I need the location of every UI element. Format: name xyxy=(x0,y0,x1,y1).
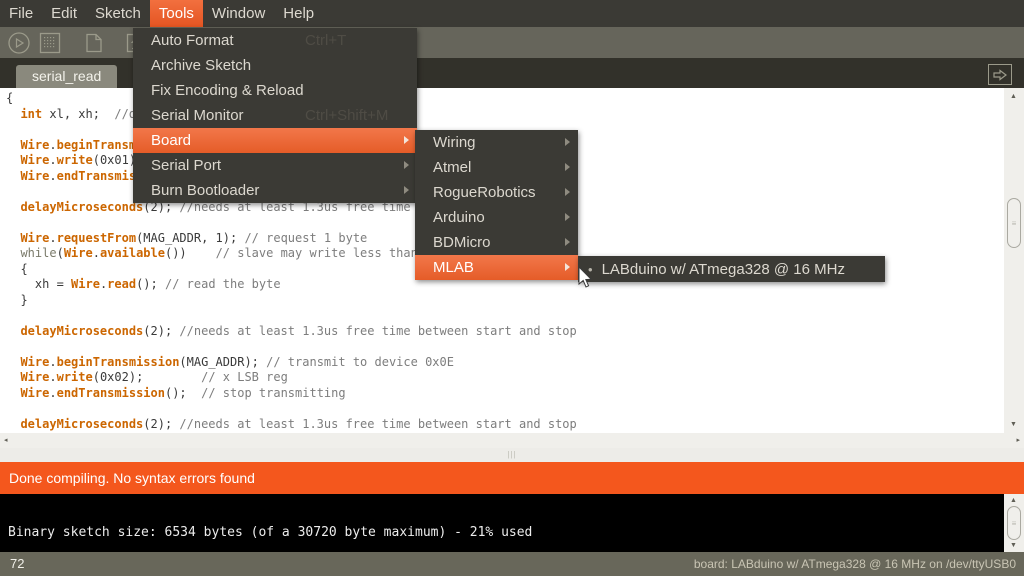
console-output: Binary sketch size: 6534 bytes (of a 307… xyxy=(0,494,1004,552)
tab-serial-read[interactable]: serial_read xyxy=(16,65,117,88)
menubar-item-window[interactable]: Window xyxy=(203,0,274,27)
scroll-down-icon[interactable]: ▼ xyxy=(1010,421,1017,428)
menubar-item-help[interactable]: Help xyxy=(274,0,323,27)
menubar-item-sketch[interactable]: Sketch xyxy=(86,0,150,27)
board-menu-item-label: Wiring xyxy=(433,134,476,151)
board-menu-item-bdmicro[interactable]: BDMicro xyxy=(415,230,578,255)
verify-button[interactable] xyxy=(7,31,31,55)
line-number-indicator: 72 xyxy=(10,552,24,576)
submenu-arrow-icon xyxy=(404,136,409,144)
editor-vertical-scrollbar[interactable]: ▲ ≡ ▼ xyxy=(1004,88,1024,433)
mlab-menu-item-labduino-w-atmega328-16-mhz[interactable]: •LABduino w/ ATmega328 @ 16 MHz xyxy=(578,256,885,282)
tools-menu-item-label: Burn Bootloader xyxy=(151,182,259,199)
serial-monitor-arrow-icon xyxy=(992,68,1008,82)
new-sketch-button[interactable] xyxy=(82,31,106,55)
tools-menu-item-label: Auto Format xyxy=(151,32,234,49)
menubar-item-tools[interactable]: Tools xyxy=(150,0,203,27)
submenu-arrow-icon xyxy=(404,161,409,169)
board-menu-item-label: Arduino xyxy=(433,209,485,226)
board-menu-item-label: BDMicro xyxy=(433,234,491,251)
code-line: Wire.endTransmission(); // stop transmit… xyxy=(6,386,577,402)
menubar-item-file[interactable]: File xyxy=(0,0,42,27)
board-menu-item-arduino[interactable]: Arduino xyxy=(415,205,578,230)
console-scroll-thumb[interactable]: ≡ xyxy=(1007,506,1021,540)
submenu-arrow-icon xyxy=(565,238,570,246)
compile-status-bar: Done compiling. No syntax errors found xyxy=(0,462,1024,494)
tools-menu-item-archive-sketch[interactable]: Archive Sketch xyxy=(133,53,417,78)
submenu-arrow-icon xyxy=(404,186,409,194)
board-menu-item-mlab[interactable]: MLAB xyxy=(415,255,578,280)
board-port-indicator: board: LABduino w/ ATmega328 @ 16 MHz on… xyxy=(694,552,1016,576)
tools-menu-item-burn-bootloader[interactable]: Burn Bootloader xyxy=(133,178,417,203)
console-text: Binary sketch size: 6534 bytes (of a 307… xyxy=(8,525,532,540)
code-line: Wire.beginTransmission(MAG_ADDR); // tra… xyxy=(6,355,577,371)
mouse-cursor xyxy=(577,266,593,290)
footer-status-bar: 72 board: LABduino w/ ATmega328 @ 16 MHz… xyxy=(0,552,1024,576)
scroll-right-icon[interactable]: ▸ xyxy=(1016,437,1020,444)
submenu-arrow-icon xyxy=(565,188,570,196)
console-scroll-down-icon[interactable]: ▼ xyxy=(1010,542,1017,549)
scroll-left-icon[interactable]: ◂ xyxy=(4,437,8,444)
shortcut-label: Ctrl+Shift+M xyxy=(305,107,388,124)
tools-menu-item-board[interactable]: Board xyxy=(133,128,417,153)
board-menu-item-label: RogueRobotics xyxy=(433,184,536,201)
new-file-icon xyxy=(83,32,105,54)
tools-menu-item-label: Serial Monitor xyxy=(151,107,244,124)
board-menu-item-atmel[interactable]: Atmel xyxy=(415,155,578,180)
menu-bar: FileEditSketchToolsWindowHelp xyxy=(0,0,1024,27)
tools-menu-item-auto-format[interactable]: Auto Format Ctrl+T xyxy=(133,28,417,53)
submenu-arrow-icon xyxy=(565,138,570,146)
tools-menu-item-label: Serial Port xyxy=(151,157,221,174)
scroll-up-icon[interactable]: ▲ xyxy=(1010,93,1017,100)
verify-play-icon xyxy=(7,31,31,55)
tools-menu-item-label: Fix Encoding & Reload xyxy=(151,82,304,99)
tools-menu-item-label: Archive Sketch xyxy=(151,57,251,74)
editor-horizontal-scrollbar[interactable]: ◂ ▸ xyxy=(0,433,1024,448)
menubar-item-edit[interactable]: Edit xyxy=(42,0,86,27)
submenu-arrow-icon xyxy=(565,213,570,221)
board-menu-item-wiring[interactable]: Wiring xyxy=(415,130,578,155)
tools-menu-item-fix-encoding-reload[interactable]: Fix Encoding & Reload xyxy=(133,78,417,103)
submenu-arrow-icon xyxy=(565,263,570,271)
tools-menu-item-serial-monitor[interactable]: Serial Monitor Ctrl+Shift+M xyxy=(133,103,417,128)
code-line: delayMicroseconds(2); //needs at least 1… xyxy=(6,324,577,340)
board-menu-item-roguerobotics[interactable]: RogueRobotics xyxy=(415,180,578,205)
console-scroll-up-icon[interactable]: ▲ xyxy=(1010,497,1017,504)
board-menu-item-label: MLAB xyxy=(433,259,474,276)
code-line: } xyxy=(6,293,577,309)
board-menu-item-label: Atmel xyxy=(433,159,471,176)
code-line: Wire.write(0x02); // x LSB reg xyxy=(6,370,577,386)
mlab-submenu: •LABduino w/ ATmega328 @ 16 MHz xyxy=(578,256,885,282)
editor-scroll-thumb[interactable]: ≡ xyxy=(1007,198,1021,248)
stop-button[interactable] xyxy=(38,31,62,55)
tools-menu-item-label: Board xyxy=(151,132,191,149)
code-line xyxy=(6,401,577,417)
submenu-arrow-icon xyxy=(565,163,570,171)
mlab-menu-item-label: LABduino w/ ATmega328 @ 16 MHz xyxy=(602,261,845,278)
code-line xyxy=(6,308,577,324)
tools-menu-item-serial-port[interactable]: Serial Port xyxy=(133,153,417,178)
splitter-grip[interactable]: ||| xyxy=(0,448,1024,462)
board-submenu: Wiring Atmel RogueRobotics Arduino BDMicro ML… xyxy=(415,130,578,280)
tools-menu: Auto Format Ctrl+T Archive Sketch Fix Encod… xyxy=(133,28,417,203)
shortcut-label: Ctrl+T xyxy=(305,32,346,49)
code-line xyxy=(6,339,577,355)
stop-icon xyxy=(38,31,62,55)
code-line: delayMicroseconds(2); //needs at least 1… xyxy=(6,417,577,433)
console-scrollbar[interactable]: ▲ ≡ ▼ xyxy=(1004,494,1024,552)
serial-monitor-button[interactable] xyxy=(988,64,1012,85)
